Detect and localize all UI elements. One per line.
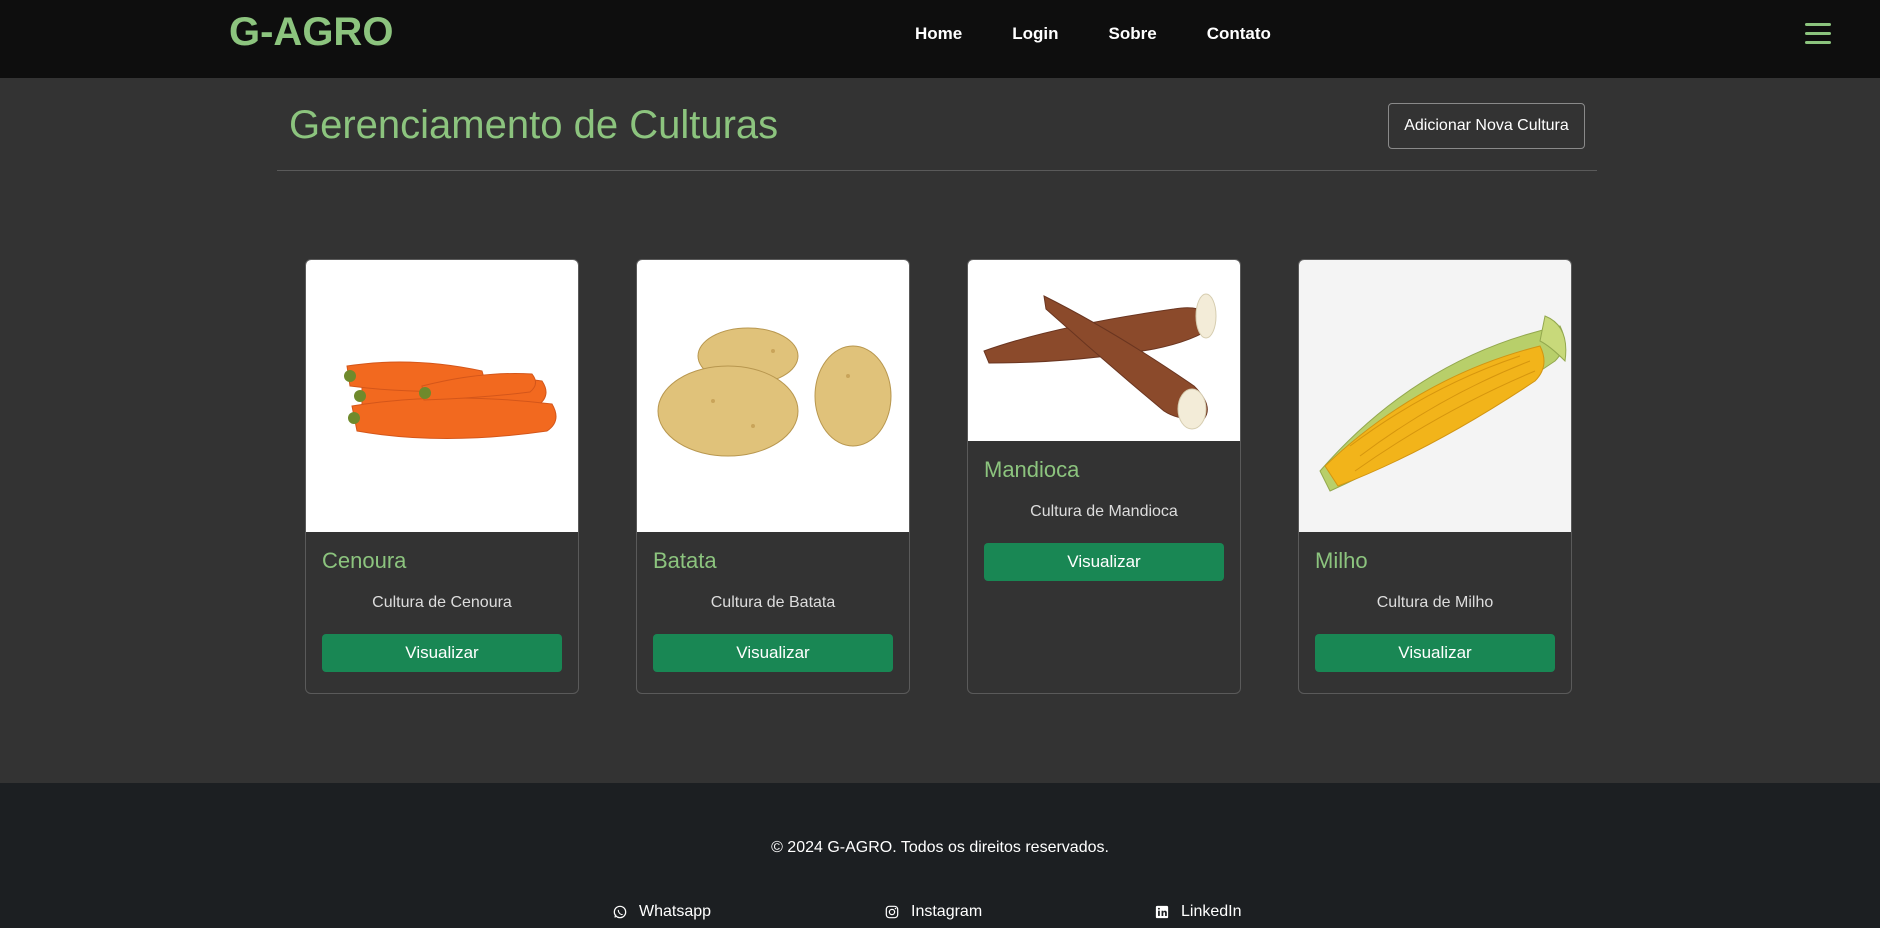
nav-link-home[interactable]: Home [890,24,987,44]
card-text: Cultura de Milho [1376,594,1494,611]
instagram-icon [885,905,899,919]
nav-link-contato[interactable]: Contato [1182,24,1296,44]
card-title: Milho [1315,548,1368,573]
footer: © 2024 G-AGRO. Todos os direitos reserva… [0,783,1880,928]
nav-link-sobre[interactable]: Sobre [1084,24,1182,44]
carrots-image [306,260,578,532]
culture-card: Cenoura Cultura de Cenoura Visualizar [305,259,579,694]
card-title: Cenoura [322,548,407,573]
nav-links: Home Login Sobre Contato [890,24,1296,44]
card-text: Cultura de Cenoura [372,594,512,611]
nav-link-login[interactable]: Login [987,24,1083,44]
culture-cards: Cenoura Cultura de Cenoura Visualizar Ba… [305,259,1572,694]
whatsapp-link[interactable]: Whatsapp [613,903,711,921]
page-header: Gerenciamento de Culturas Adicionar Nova… [277,95,1597,171]
potatoes-image [637,260,909,532]
corn-image [1299,260,1571,532]
linkedin-label: LinkedIn [1181,903,1242,920]
card-title: Batata [653,548,717,573]
brand-logo[interactable]: G-AGRO [229,10,393,55]
culture-card: Milho Cultura de Milho Visualizar [1298,259,1572,694]
view-button[interactable]: Visualizar [322,634,562,672]
view-button[interactable]: Visualizar [1315,634,1555,672]
menu-icon[interactable] [1805,23,1831,45]
whatsapp-label: Whatsapp [639,903,712,920]
linkedin-link[interactable]: LinkedIn [1155,903,1242,921]
navbar: G-AGRO Home Login Sobre Contato [0,0,1880,78]
copyright-text: © 2024 G-AGRO. Todos os direitos reserva… [771,839,1109,856]
cassava-image [968,260,1240,441]
linkedin-icon [1155,905,1169,919]
view-button[interactable]: Visualizar [984,543,1224,581]
page-title: Gerenciamento de Culturas [289,103,779,147]
card-text: Cultura de Mandioca [1030,503,1178,520]
card-title: Mandioca [984,457,1080,482]
view-button[interactable]: Visualizar [653,634,893,672]
culture-card: Batata Cultura de Batata Visualizar [636,259,910,694]
add-culture-button[interactable]: Adicionar Nova Cultura [1388,103,1585,149]
instagram-label: Instagram [911,903,983,920]
instagram-link[interactable]: Instagram [885,903,982,921]
whatsapp-icon [613,905,627,919]
culture-card: Mandioca Cultura de Mandioca Visualizar [967,259,1241,694]
card-text: Cultura de Batata [710,594,836,611]
